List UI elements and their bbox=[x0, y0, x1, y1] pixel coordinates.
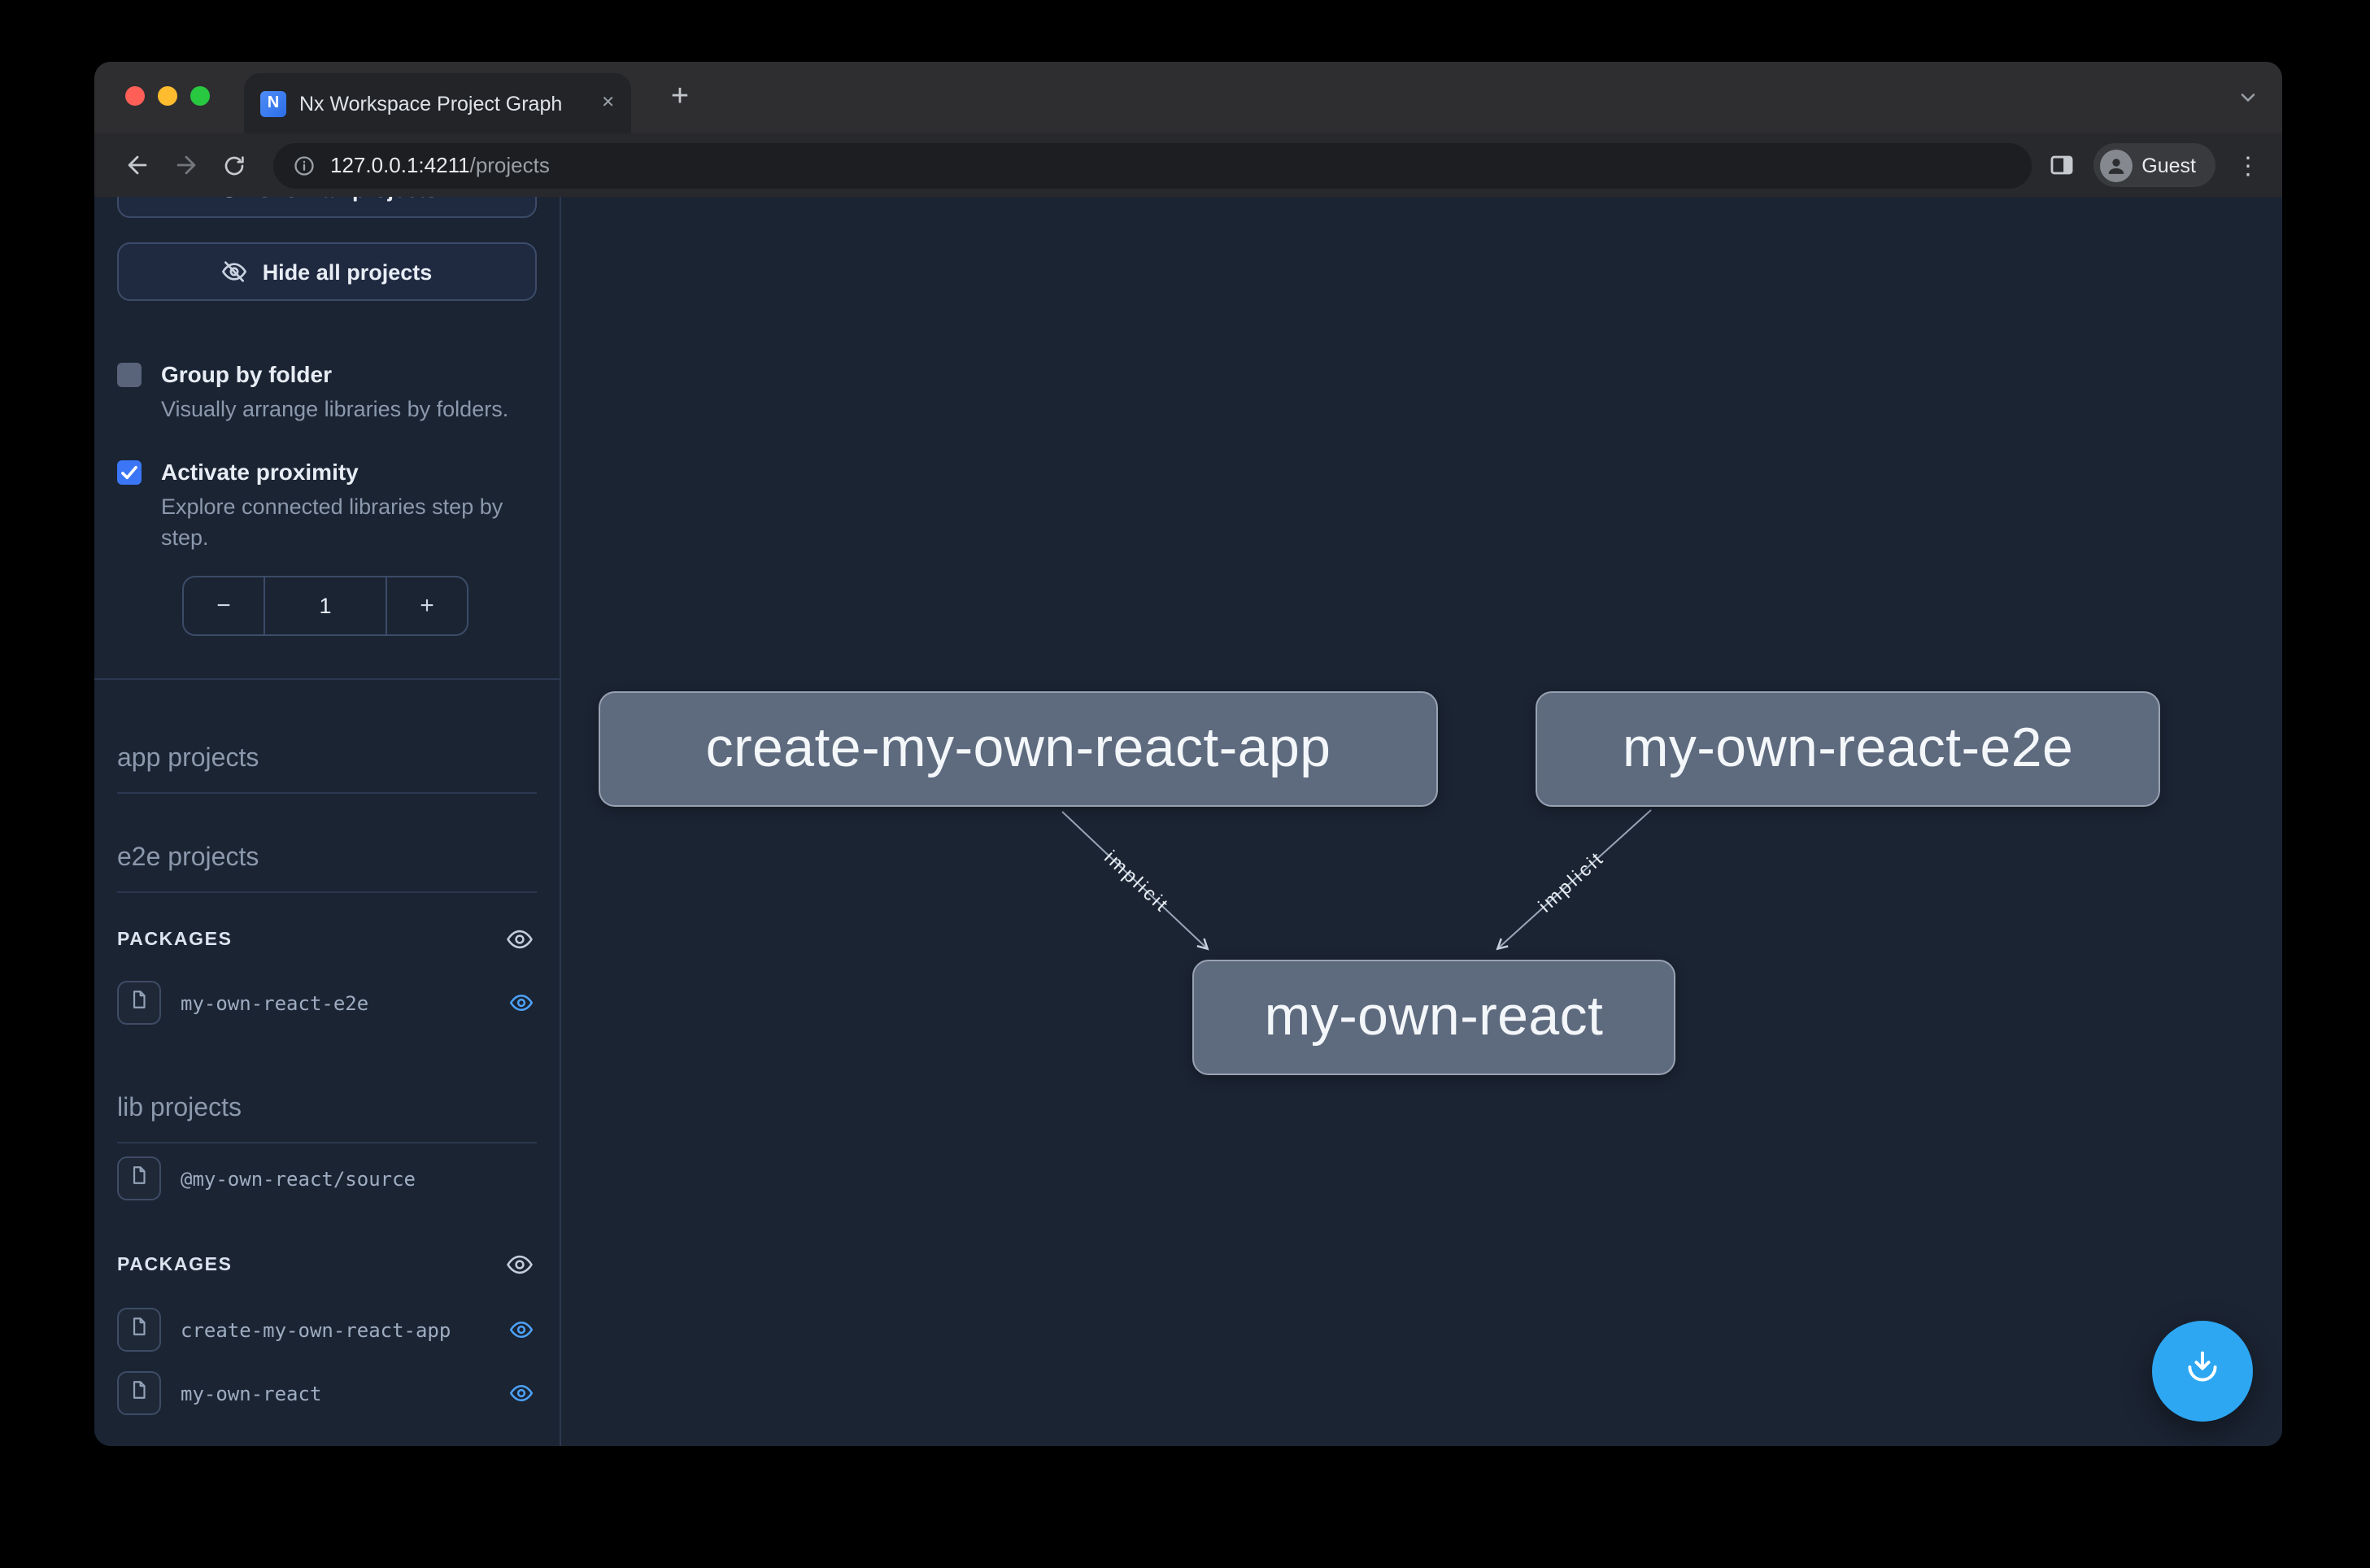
browser-window: N Nx Workspace Project Graph ✕ + bbox=[94, 62, 2282, 1446]
document-icon bbox=[129, 1315, 150, 1344]
download-icon bbox=[2181, 1346, 2224, 1396]
proximity-depth-value: 1 bbox=[265, 577, 386, 634]
group-by-folder-description: Visually arrange libraries by folders. bbox=[161, 394, 537, 425]
tab-close-icon[interactable]: ✕ bbox=[601, 95, 615, 111]
tab-title: Nx Workspace Project Graph bbox=[299, 92, 562, 115]
url-path: /projects bbox=[470, 153, 550, 177]
project-visibility-eye-icon[interactable] bbox=[509, 1318, 534, 1342]
focus-project-button[interactable] bbox=[117, 981, 161, 1025]
focus-project-button[interactable] bbox=[117, 1156, 161, 1200]
close-window-button[interactable] bbox=[125, 86, 145, 106]
profile-button[interactable]: Guest bbox=[2093, 143, 2215, 187]
project-list-item: create-my-own-react-app bbox=[117, 1308, 537, 1352]
lib-projects-heading: lib projects bbox=[117, 1095, 537, 1143]
packages-section-header: PACKAGES bbox=[117, 1251, 537, 1278]
browser-tab[interactable]: N Nx Workspace Project Graph ✕ bbox=[244, 73, 631, 133]
browser-toolbar: 127.0.0.1:4211/projects Guest ⋮ bbox=[94, 133, 2282, 197]
forward-button[interactable] bbox=[163, 142, 208, 188]
side-panel-icon[interactable] bbox=[2047, 151, 2075, 179]
group-by-folder-label: Group by folder bbox=[161, 359, 537, 389]
activate-proximity-option: Activate proximity Explore connected lib… bbox=[117, 457, 537, 553]
group-by-folder-option: Group by folder Visually arrange librari… bbox=[117, 359, 537, 425]
window-controls bbox=[125, 86, 210, 106]
document-icon bbox=[129, 1379, 150, 1408]
toolbar-actions: Guest ⋮ bbox=[2047, 143, 2263, 187]
e2e-projects-heading: e2e projects bbox=[117, 844, 537, 893]
packages-title: PACKAGES bbox=[117, 930, 233, 949]
project-list-item: @my-own-react/source bbox=[117, 1156, 537, 1200]
activate-proximity-description: Explore connected libraries step by step… bbox=[161, 491, 537, 553]
graph-node-my-own-react[interactable]: my-own-react bbox=[1192, 960, 1675, 1075]
project-visibility-eye-icon[interactable] bbox=[509, 991, 534, 1015]
divider bbox=[94, 678, 560, 680]
group-by-folder-checkbox[interactable] bbox=[117, 363, 142, 387]
proximity-depth-stepper: − 1 + bbox=[182, 576, 468, 636]
increment-depth-button[interactable]: + bbox=[386, 577, 467, 634]
toggle-section-visibility-eye-icon[interactable] bbox=[506, 1251, 534, 1278]
hide-all-projects-label: Hide all projects bbox=[263, 259, 433, 284]
url-host: 127.0.0.1:4211 bbox=[330, 153, 470, 177]
graph-canvas[interactable]: create-my-own-react-app my-own-react-e2e… bbox=[561, 197, 2282, 1446]
document-icon bbox=[129, 1164, 150, 1193]
project-name: my-own-react bbox=[181, 1382, 321, 1405]
tab-search-chevron-icon[interactable] bbox=[2237, 86, 2259, 109]
graph-node-my-own-react-e2e[interactable]: my-own-react-e2e bbox=[1536, 691, 2160, 807]
desktop: N Nx Workspace Project Graph ✕ + bbox=[0, 0, 2370, 1568]
project-list-item: my-own-react bbox=[117, 1371, 537, 1415]
site-info-icon[interactable] bbox=[293, 154, 316, 176]
app-projects-heading: app projects bbox=[117, 745, 537, 794]
graph-sidebar: Show all projects Hide all projects Grou… bbox=[94, 197, 561, 1446]
focus-project-button[interactable] bbox=[117, 1371, 161, 1415]
eye-icon bbox=[216, 197, 242, 202]
toggle-section-visibility-eye-icon[interactable] bbox=[506, 926, 534, 953]
eye-off-icon bbox=[222, 259, 248, 285]
graph-node-create-my-own-react-app[interactable]: create-my-own-react-app bbox=[599, 691, 1438, 807]
activate-proximity-label: Activate proximity bbox=[161, 457, 537, 486]
packages-section-header: PACKAGES bbox=[117, 926, 537, 953]
document-icon bbox=[129, 988, 150, 1017]
project-name: @my-own-react/source bbox=[181, 1167, 416, 1190]
show-all-projects-button[interactable]: Show all projects bbox=[117, 197, 537, 218]
url-text: 127.0.0.1:4211/projects bbox=[330, 153, 550, 177]
new-tab-button[interactable]: + bbox=[657, 75, 703, 120]
project-list-item: my-own-react-e2e bbox=[117, 981, 537, 1025]
profile-label: Guest bbox=[2141, 154, 2196, 176]
project-name: create-my-own-react-app bbox=[181, 1318, 451, 1341]
project-name: my-own-react-e2e bbox=[181, 991, 368, 1014]
packages-title: PACKAGES bbox=[117, 1255, 233, 1274]
nx-favicon-icon: N bbox=[260, 90, 286, 116]
decrement-depth-button[interactable]: − bbox=[184, 577, 265, 634]
back-button[interactable] bbox=[114, 142, 159, 188]
address-bar[interactable]: 127.0.0.1:4211/projects bbox=[273, 142, 2031, 188]
tab-strip: N Nx Workspace Project Graph ✕ + bbox=[94, 62, 2282, 133]
focus-project-button[interactable] bbox=[117, 1308, 161, 1352]
hide-all-projects-button[interactable]: Hide all projects bbox=[117, 242, 537, 301]
download-graph-button[interactable] bbox=[2152, 1321, 2253, 1422]
activate-proximity-checkbox[interactable] bbox=[117, 460, 142, 485]
page-content: Show all projects Hide all projects Grou… bbox=[94, 197, 2282, 1446]
fullscreen-window-button[interactable] bbox=[190, 86, 210, 106]
guest-avatar-icon bbox=[2099, 149, 2132, 181]
project-visibility-eye-icon[interactable] bbox=[509, 1381, 534, 1405]
dependency-edges bbox=[561, 197, 2282, 1446]
show-all-projects-label: Show all projects bbox=[257, 197, 438, 201]
browser-menu-icon[interactable]: ⋮ bbox=[2233, 150, 2263, 180]
minimize-window-button[interactable] bbox=[158, 86, 177, 106]
refresh-button[interactable] bbox=[211, 142, 257, 188]
